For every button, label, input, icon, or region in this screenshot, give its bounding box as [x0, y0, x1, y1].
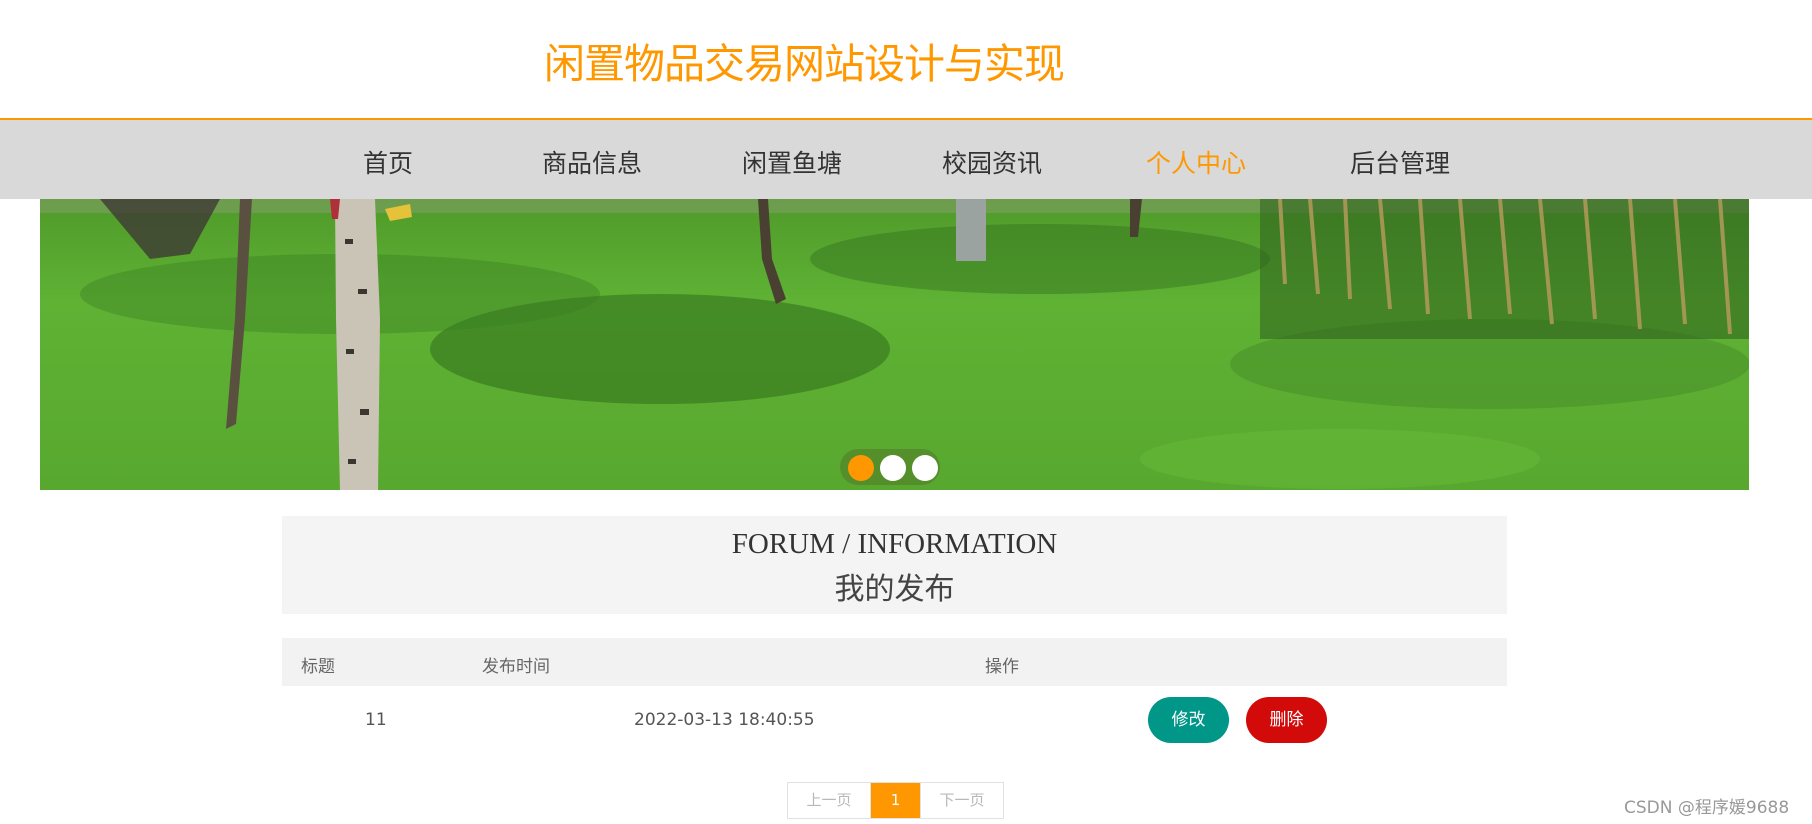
- nav-item-home[interactable]: 首页: [363, 144, 413, 180]
- nav-item-campus-news[interactable]: 校园资讯: [942, 144, 1042, 180]
- section-title-cn: 我的发布: [834, 572, 955, 607]
- delete-button[interactable]: 删除: [1246, 697, 1327, 743]
- current-page[interactable]: 1: [871, 783, 920, 818]
- banner-carousel[interactable]: [40, 199, 1749, 490]
- column-header-time: 发布时间: [482, 657, 550, 677]
- edit-button[interactable]: 修改: [1148, 697, 1229, 743]
- column-header-actions: 操作: [985, 657, 1019, 677]
- site-header: 闲置物品交易网站设计与实现: [0, 0, 1812, 118]
- watermark: CSDN @程序媛9688: [1624, 798, 1790, 818]
- main-nav: 首页 商品信息 闲置鱼塘 校园资讯 个人中心 后台管理: [0, 118, 1812, 199]
- carousel-dot-1[interactable]: [848, 455, 874, 481]
- nav-item-personal-center[interactable]: 个人中心: [1146, 144, 1246, 180]
- table-row: 11 2022-03-13 18:40:55 修改 删除: [282, 686, 1507, 754]
- carousel-dot-2[interactable]: [880, 455, 906, 481]
- nav-item-admin[interactable]: 后台管理: [1350, 144, 1450, 180]
- column-header-title: 标题: [301, 657, 335, 677]
- posts-table: 标题 发布时间 操作 11 2022-03-13 18:40:55 修改 删除: [282, 638, 1507, 754]
- nav-item-products[interactable]: 商品信息: [542, 144, 642, 180]
- pagination: 上一页 1 下一页: [787, 782, 1004, 819]
- section-title-en: FORUM / INFORMATION: [731, 528, 1058, 560]
- next-page-button[interactable]: 下一页: [920, 783, 1003, 818]
- prev-page-button[interactable]: 上一页: [788, 783, 871, 818]
- cell-title: 11: [365, 710, 387, 730]
- carousel-indicators: [840, 449, 940, 485]
- site-title: 闲置物品交易网站设计与实现: [544, 40, 1065, 88]
- cell-time: 2022-03-13 18:40:55: [634, 710, 815, 730]
- carousel-dot-3[interactable]: [912, 455, 938, 481]
- table-header: 标题 发布时间 操作: [282, 638, 1507, 686]
- banner-image: [40, 199, 1749, 490]
- section-header: FORUM / INFORMATION 我的发布: [282, 516, 1507, 614]
- nav-item-idle-pond[interactable]: 闲置鱼塘: [742, 144, 842, 180]
